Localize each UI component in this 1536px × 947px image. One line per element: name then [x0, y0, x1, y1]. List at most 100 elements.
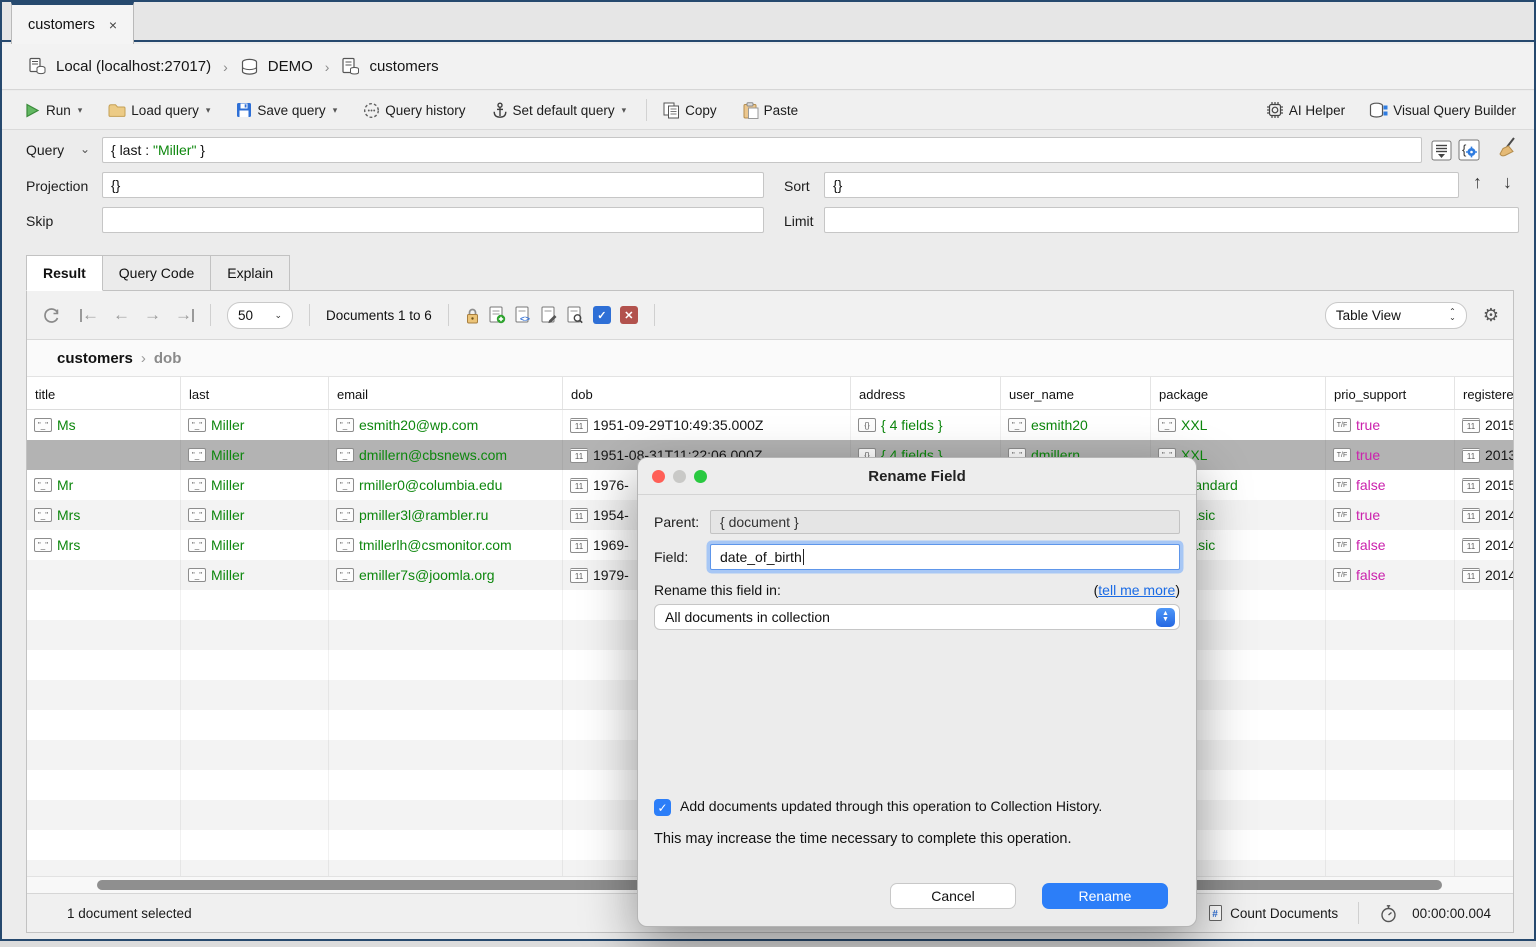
- skip-input[interactable]: [102, 207, 764, 233]
- paste-button[interactable]: Paste: [743, 101, 798, 119]
- minimize-window-icon[interactable]: [673, 470, 686, 483]
- delete-documents-icon[interactable]: ✕: [619, 306, 638, 324]
- table-cell-registered[interactable]: 11 2015: [1455, 410, 1513, 440]
- load-query-button[interactable]: Load query ▾: [108, 103, 210, 118]
- tab-explain[interactable]: Explain: [211, 255, 291, 291]
- table-cell-prio_support[interactable]: T/F false: [1326, 470, 1455, 500]
- table-cell-registered[interactable]: 11 2015: [1455, 470, 1513, 500]
- column-header-last[interactable]: last: [181, 377, 329, 409]
- table-cell-registered[interactable]: 11 2014: [1455, 560, 1513, 590]
- refresh-icon[interactable]: [41, 305, 62, 326]
- query-history-button[interactable]: Query history: [363, 102, 466, 119]
- column-header-registered[interactable]: registered: [1455, 377, 1513, 409]
- table-cell-package[interactable]: "_" XXL: [1151, 410, 1326, 440]
- visual-query-builder-button[interactable]: Visual Query Builder: [1369, 102, 1516, 119]
- table-cell-email[interactable]: "_" tmillerlh@csmonitor.com: [329, 530, 563, 560]
- query-fields-icon[interactable]: [1430, 139, 1452, 161]
- table-cell-last[interactable]: "_" Miller: [181, 560, 329, 590]
- set-default-query-button[interactable]: Set default query ▾: [492, 102, 626, 119]
- projection-input[interactable]: {}: [102, 172, 764, 198]
- sort-input[interactable]: {}: [824, 172, 1459, 198]
- query-settings-icon[interactable]: {: [1458, 139, 1480, 161]
- table-cell-registered[interactable]: 11 2014: [1455, 530, 1513, 560]
- update-documents-icon[interactable]: ✓: [592, 306, 611, 324]
- table-cell-email[interactable]: "_" emiller7s@joomla.org: [329, 560, 563, 590]
- ai-helper-button[interactable]: AI Helper: [1266, 101, 1345, 119]
- table-cell-address[interactable]: {} { 4 fields }: [851, 410, 1001, 440]
- tab-result[interactable]: Result: [26, 255, 103, 291]
- table-cell-prio_support[interactable]: T/F false: [1326, 530, 1455, 560]
- limit-input[interactable]: [824, 207, 1519, 233]
- table-cell-prio_support[interactable]: T/F true: [1326, 410, 1455, 440]
- view-mode-select[interactable]: Table View ⌃ ⌄: [1324, 301, 1467, 329]
- column-header-user_name[interactable]: user_name: [1001, 377, 1151, 409]
- field-name-input[interactable]: date_of_birth: [710, 544, 1180, 570]
- zoom-window-icon[interactable]: [694, 470, 707, 483]
- tab-query-code[interactable]: Query Code: [102, 255, 212, 291]
- cancel-button[interactable]: Cancel: [890, 883, 1016, 909]
- table-cell-title[interactable]: "_" Mrs: [27, 500, 181, 530]
- gear-icon[interactable]: ⚙: [1483, 305, 1499, 326]
- table-cell-last[interactable]: "_" Miller: [181, 440, 329, 470]
- column-header-prio_support[interactable]: prio_support: [1326, 377, 1455, 409]
- save-query-button[interactable]: Save query ▾: [236, 102, 337, 118]
- count-documents-button[interactable]: # Count Documents: [1208, 904, 1338, 922]
- previous-page-icon[interactable]: ←: [113, 305, 130, 325]
- breadcrumb-collection[interactable]: customers: [369, 58, 438, 75]
- table-cell-title[interactable]: "_" Mr: [27, 470, 181, 500]
- table-cell-email[interactable]: "_" rmiller0@columbia.edu: [329, 470, 563, 500]
- table-cell-prio_support[interactable]: T/F true: [1326, 440, 1455, 470]
- column-header-address[interactable]: address: [851, 377, 1001, 409]
- table-cell-title[interactable]: [27, 440, 181, 470]
- table-cell-last[interactable]: "_" Miller: [181, 470, 329, 500]
- edit-document-icon[interactable]: [541, 306, 558, 324]
- run-button[interactable]: Run ▾: [24, 102, 82, 119]
- clear-broom-icon[interactable]: [1498, 137, 1520, 159]
- scope-select[interactable]: All documents in collection ▲ ▼: [654, 604, 1180, 630]
- query-input[interactable]: { last : "Miller" }: [102, 137, 1422, 163]
- query-mode-chevron-icon[interactable]: ⌄: [80, 142, 90, 156]
- view-document-icon[interactable]: [567, 306, 584, 324]
- column-header-title[interactable]: title: [27, 377, 181, 409]
- edit-document-json-icon[interactable]: <>: [515, 306, 532, 324]
- table-cell-user_name[interactable]: "_" esmith20: [1001, 410, 1151, 440]
- table-cell-email[interactable]: "_" dmillern@cbsnews.com: [329, 440, 563, 470]
- copy-button[interactable]: Copy: [663, 102, 717, 119]
- lock-icon[interactable]: [465, 307, 480, 324]
- column-header-email[interactable]: email: [329, 377, 563, 409]
- table-cell-email[interactable]: "_" esmith20@wp.com: [329, 410, 563, 440]
- table-cell-last[interactable]: "_" Miller: [181, 530, 329, 560]
- table-cell-title[interactable]: [27, 560, 181, 590]
- path-collection[interactable]: customers: [57, 350, 133, 367]
- last-page-icon[interactable]: →: [175, 305, 194, 325]
- table-row[interactable]: "_" Ms "_" Miller "_" esmith20@wp.com 11 1951-0…: [27, 410, 1513, 440]
- breadcrumb-connection[interactable]: Local (localhost:27017): [56, 58, 211, 75]
- collection-history-checkbox[interactable]: ✓: [654, 799, 671, 816]
- table-cell-prio_support[interactable]: T/F true: [1326, 500, 1455, 530]
- tab-customers[interactable]: customers ×: [11, 2, 135, 44]
- close-window-icon[interactable]: [652, 470, 665, 483]
- table-cell-dob[interactable]: 11 1951-09-29T10:49:35.000Z: [563, 410, 851, 440]
- breadcrumb-database[interactable]: DEMO: [268, 58, 313, 75]
- table-cell-title: [27, 650, 181, 680]
- table-cell-registered[interactable]: 11 2014: [1455, 500, 1513, 530]
- table-cell-title[interactable]: "_" Mrs: [27, 530, 181, 560]
- table-cell-title[interactable]: "_" Ms: [27, 410, 181, 440]
- table-cell-registered[interactable]: 11 2013: [1455, 440, 1513, 470]
- sort-ascending-icon[interactable]: ↑: [1473, 172, 1482, 193]
- table-cell-email[interactable]: "_" pmiller3l@rambler.ru: [329, 500, 563, 530]
- first-page-icon[interactable]: ←: [80, 305, 99, 325]
- tab-close-icon[interactable]: ×: [109, 17, 117, 33]
- column-header-dob[interactable]: dob: [563, 377, 851, 409]
- next-page-icon[interactable]: →: [144, 305, 161, 325]
- path-field[interactable]: dob: [154, 350, 182, 367]
- page-size-select[interactable]: 50 ⌄: [227, 301, 293, 329]
- table-cell-prio_support[interactable]: T/F false: [1326, 560, 1455, 590]
- column-header-package[interactable]: package: [1151, 377, 1326, 409]
- table-cell-last[interactable]: "_" Miller: [181, 500, 329, 530]
- table-cell-last[interactable]: "_" Miller: [181, 410, 329, 440]
- rename-button[interactable]: Rename: [1042, 883, 1168, 909]
- sort-descending-icon[interactable]: ↓: [1503, 172, 1512, 193]
- add-document-icon[interactable]: [489, 306, 506, 324]
- tell-me-more-link[interactable]: tell me more: [1098, 582, 1175, 598]
